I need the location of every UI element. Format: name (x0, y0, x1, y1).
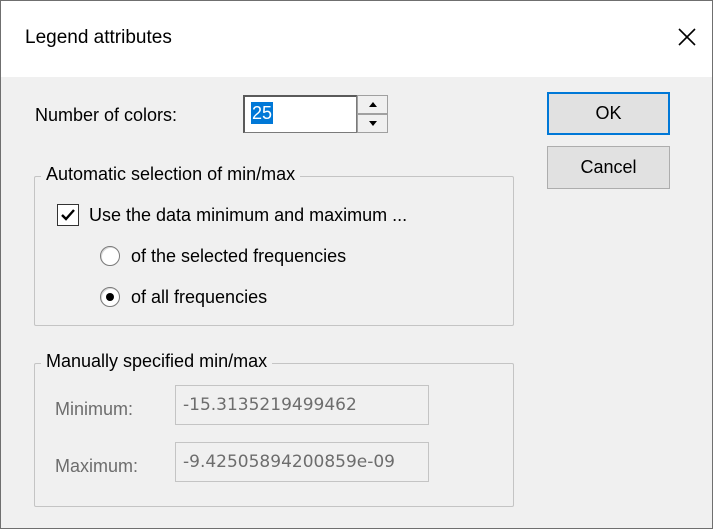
spin-down-arrow-icon (369, 121, 377, 126)
spin-up-arrow-icon (369, 102, 377, 107)
minimum-value: -15.3135219499462 (183, 395, 357, 415)
spin-down-button[interactable] (357, 114, 388, 133)
radio-selected-frequencies-label[interactable]: of the selected frequencies (131, 246, 346, 267)
cancel-button[interactable]: Cancel (547, 146, 670, 189)
dialog-title: Legend attributes (25, 27, 172, 48)
radio-selected-dot-icon (106, 293, 114, 301)
maximum-field: -9.42505894200859e-09 (175, 442, 429, 482)
title-bar: Legend attributes (1, 1, 712, 77)
checkmark-icon (61, 209, 75, 221)
number-of-colors-input[interactable]: 25 (243, 95, 357, 133)
close-icon (678, 28, 696, 46)
radio-all-frequencies-label[interactable]: of all frequencies (131, 287, 267, 308)
manual-min-max-group-title: Manually specified min/max (41, 351, 273, 372)
spin-up-button[interactable] (357, 95, 388, 114)
use-data-min-max-label[interactable]: Use the data minimum and maximum ... (89, 205, 407, 226)
use-data-min-max-checkbox[interactable] (57, 204, 79, 226)
number-of-colors-value: 25 (251, 102, 274, 124)
close-button[interactable] (667, 17, 707, 57)
radio-selected-frequencies[interactable] (100, 246, 120, 266)
number-of-colors-label: Number of colors: (35, 105, 178, 125)
radio-all-frequencies[interactable] (100, 287, 120, 307)
legend-attributes-dialog: Legend attributes Number of colors: 25 A… (0, 0, 713, 529)
maximum-value: -9.42505894200859e-09 (183, 452, 396, 472)
minimum-label: Minimum: (55, 399, 134, 419)
minimum-field: -15.3135219499462 (175, 385, 429, 425)
automatic-selection-group-title: Automatic selection of min/max (41, 164, 301, 185)
maximum-label: Maximum: (55, 456, 139, 476)
ok-button[interactable]: OK (547, 92, 670, 135)
